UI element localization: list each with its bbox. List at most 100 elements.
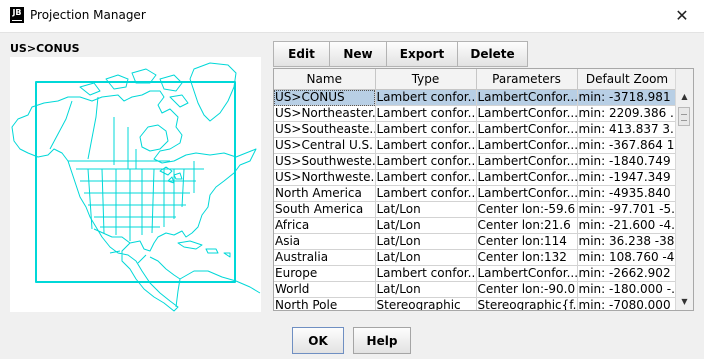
type-cell: Lambert confor... xyxy=(375,185,477,202)
scroll-down-arrow-icon[interactable]: ▼ xyxy=(676,293,693,310)
name-cell: US>Northeaster... xyxy=(274,105,376,122)
parameters-cell: LambertConfor... xyxy=(476,265,578,282)
name-cell: Australia xyxy=(274,249,376,266)
default-zoom-cell: min: -1947.349 ... xyxy=(577,169,678,186)
projection-bounds xyxy=(35,81,236,283)
table-row[interactable]: US>CONUS Lambert confor... LambertConfor..… xyxy=(274,89,678,106)
table-header-row: Name Type Parameters Default Zoom xyxy=(274,69,678,90)
default-zoom-cell: min: 36.238 -38... xyxy=(577,233,678,250)
parameters-cell: LambertConfor... xyxy=(476,105,578,122)
default-zoom-cell: min: -2662.902 ... xyxy=(577,265,678,282)
column-header-name[interactable]: Name xyxy=(274,69,376,90)
default-zoom-cell: min: -4935.840 ... xyxy=(577,185,678,202)
type-cell: Lambert confor... xyxy=(375,137,477,154)
parameters-cell: Center lon:114 xyxy=(476,233,578,250)
parameters-cell: LambertConfor... xyxy=(476,185,578,202)
table-row[interactable]: US>Southeaste... Lambert confor... Lambert… xyxy=(274,121,678,138)
default-zoom-cell: min: -7080.000 ... xyxy=(577,297,678,310)
current-projection-label: US>CONUS xyxy=(10,42,80,55)
parameters-cell: LambertConfor... xyxy=(476,169,578,186)
parameters-cell: Center lon:21.6 xyxy=(476,217,578,234)
name-cell: US>Northweste... xyxy=(274,169,376,186)
parameters-cell: LambertConfor... xyxy=(476,121,578,138)
table-row[interactable]: US>Northeaster... Lambert confor... Lamber… xyxy=(274,105,678,122)
table-row[interactable]: North America Lambert confor... LambertCon… xyxy=(274,185,678,202)
type-cell: Lambert confor... xyxy=(375,169,477,186)
default-zoom-cell: min: 413.837 3... xyxy=(577,121,678,138)
close-button[interactable]: ✕ xyxy=(670,4,694,28)
table-row[interactable]: US>Central U.S. Lambert confor... LambertC… xyxy=(274,137,678,154)
caribbean-islands xyxy=(177,240,231,258)
type-cell: Lat/Lon xyxy=(375,201,477,218)
type-cell: Stereographic xyxy=(375,297,477,310)
type-cell: Lat/Lon xyxy=(375,249,477,266)
greenland-coastline xyxy=(189,62,237,122)
type-cell: Lambert confor... xyxy=(375,153,477,170)
name-cell: US>CONUS xyxy=(274,89,376,106)
south-america-coastline xyxy=(175,270,261,308)
name-cell: US>Southweste... xyxy=(274,153,376,170)
type-cell: Lat/Lon xyxy=(375,233,477,250)
projection-table[interactable]: Name Type Parameters Default Zoom US>CON… xyxy=(273,68,694,311)
type-cell: Lambert confor... xyxy=(375,265,477,282)
hudson-bay xyxy=(139,124,169,152)
edit-button[interactable]: Edit xyxy=(273,41,330,67)
type-cell: Lambert confor... xyxy=(375,89,477,106)
table-row[interactable]: South America Lat/Lon Center lon:-59.6 min:… xyxy=(274,201,678,218)
type-cell: Lat/Lon xyxy=(375,217,477,234)
app-icon: JB xyxy=(10,7,24,23)
table-row[interactable]: US>Northweste... Lambert confor... Lambert… xyxy=(274,169,678,186)
toolbar: Edit New Export Delete xyxy=(273,41,528,67)
export-button[interactable]: Export xyxy=(386,41,458,67)
column-header-default-zoom[interactable]: Default Zoom xyxy=(577,69,678,90)
help-button[interactable]: Help xyxy=(353,327,411,354)
projection-map-preview[interactable] xyxy=(10,57,261,312)
name-cell: US>Southeaste... xyxy=(274,121,376,138)
parameters-cell: Center lon:-90.0 xyxy=(476,281,578,298)
table-row[interactable]: Australia Lat/Lon Center lon:132 min: 108.7… xyxy=(274,249,678,266)
type-cell: Lambert confor... xyxy=(375,105,477,122)
scroll-thumb[interactable] xyxy=(678,107,690,126)
parameters-cell: Stereographic{f... xyxy=(476,297,578,310)
default-zoom-cell: min: -1840.749 ... xyxy=(577,153,678,170)
table-row[interactable]: Europe Lambert confor... LambertConfor... m… xyxy=(274,265,678,282)
delete-button[interactable]: Delete xyxy=(457,41,528,67)
type-cell: Lat/Lon xyxy=(375,281,477,298)
central-america xyxy=(149,256,181,280)
table-row[interactable]: Africa Lat/Lon Center lon:21.6 min: -21.600… xyxy=(274,217,678,234)
table-row[interactable]: North Pole Stereographic Stereographic{f..… xyxy=(274,297,678,310)
default-zoom-cell: min: 108.760 -4... xyxy=(577,249,678,266)
default-zoom-cell: min: -97.701 -5... xyxy=(577,201,678,218)
parameters-cell: LambertConfor... xyxy=(476,137,578,154)
north-america-coastline xyxy=(11,90,257,312)
mexico-borders xyxy=(93,228,147,264)
type-cell: Lambert confor... xyxy=(375,121,477,138)
name-cell: North America xyxy=(274,185,376,202)
canada-borders xyxy=(49,96,170,169)
scroll-up-arrow-icon[interactable]: ▲ xyxy=(676,88,693,105)
default-zoom-cell: min: -367.864 1... xyxy=(577,137,678,154)
default-zoom-cell: min: 2209.386 ... xyxy=(577,105,678,122)
name-cell: Europe xyxy=(274,265,376,282)
title-bar: JB Projection Manager ✕ xyxy=(0,0,704,33)
table-row[interactable]: Asia Lat/Lon Center lon:114 min: 36.238 -38… xyxy=(274,233,678,250)
table-row[interactable]: US>Southweste... Lambert confor... Lambert… xyxy=(274,153,678,170)
default-zoom-cell: min: -21.600 -4... xyxy=(577,217,678,234)
name-cell: World xyxy=(274,281,376,298)
default-zoom-cell: min: -3718.981 ... xyxy=(577,89,678,106)
arctic-islands xyxy=(79,68,189,108)
parameters-cell: Center lon:-59.6 xyxy=(476,201,578,218)
name-cell: Africa xyxy=(274,217,376,234)
name-cell: US>Central U.S. xyxy=(274,137,376,154)
ok-button[interactable]: OK xyxy=(292,327,344,354)
vertical-scrollbar[interactable]: ▲ ▼ xyxy=(675,69,693,310)
column-header-parameters[interactable]: Parameters xyxy=(476,69,578,90)
table-row[interactable]: World Lat/Lon Center lon:-90.0 min: -180.00… xyxy=(274,281,678,298)
parameters-cell: Center lon:132 xyxy=(476,249,578,266)
projection-grid: Name Type Parameters Default Zoom US>CON… xyxy=(274,69,678,310)
name-cell: North Pole xyxy=(274,297,376,310)
default-zoom-cell: min: -180.000 -... xyxy=(577,281,678,298)
column-header-type[interactable]: Type xyxy=(375,69,477,90)
new-button[interactable]: New xyxy=(329,41,387,67)
map-svg xyxy=(11,62,261,312)
